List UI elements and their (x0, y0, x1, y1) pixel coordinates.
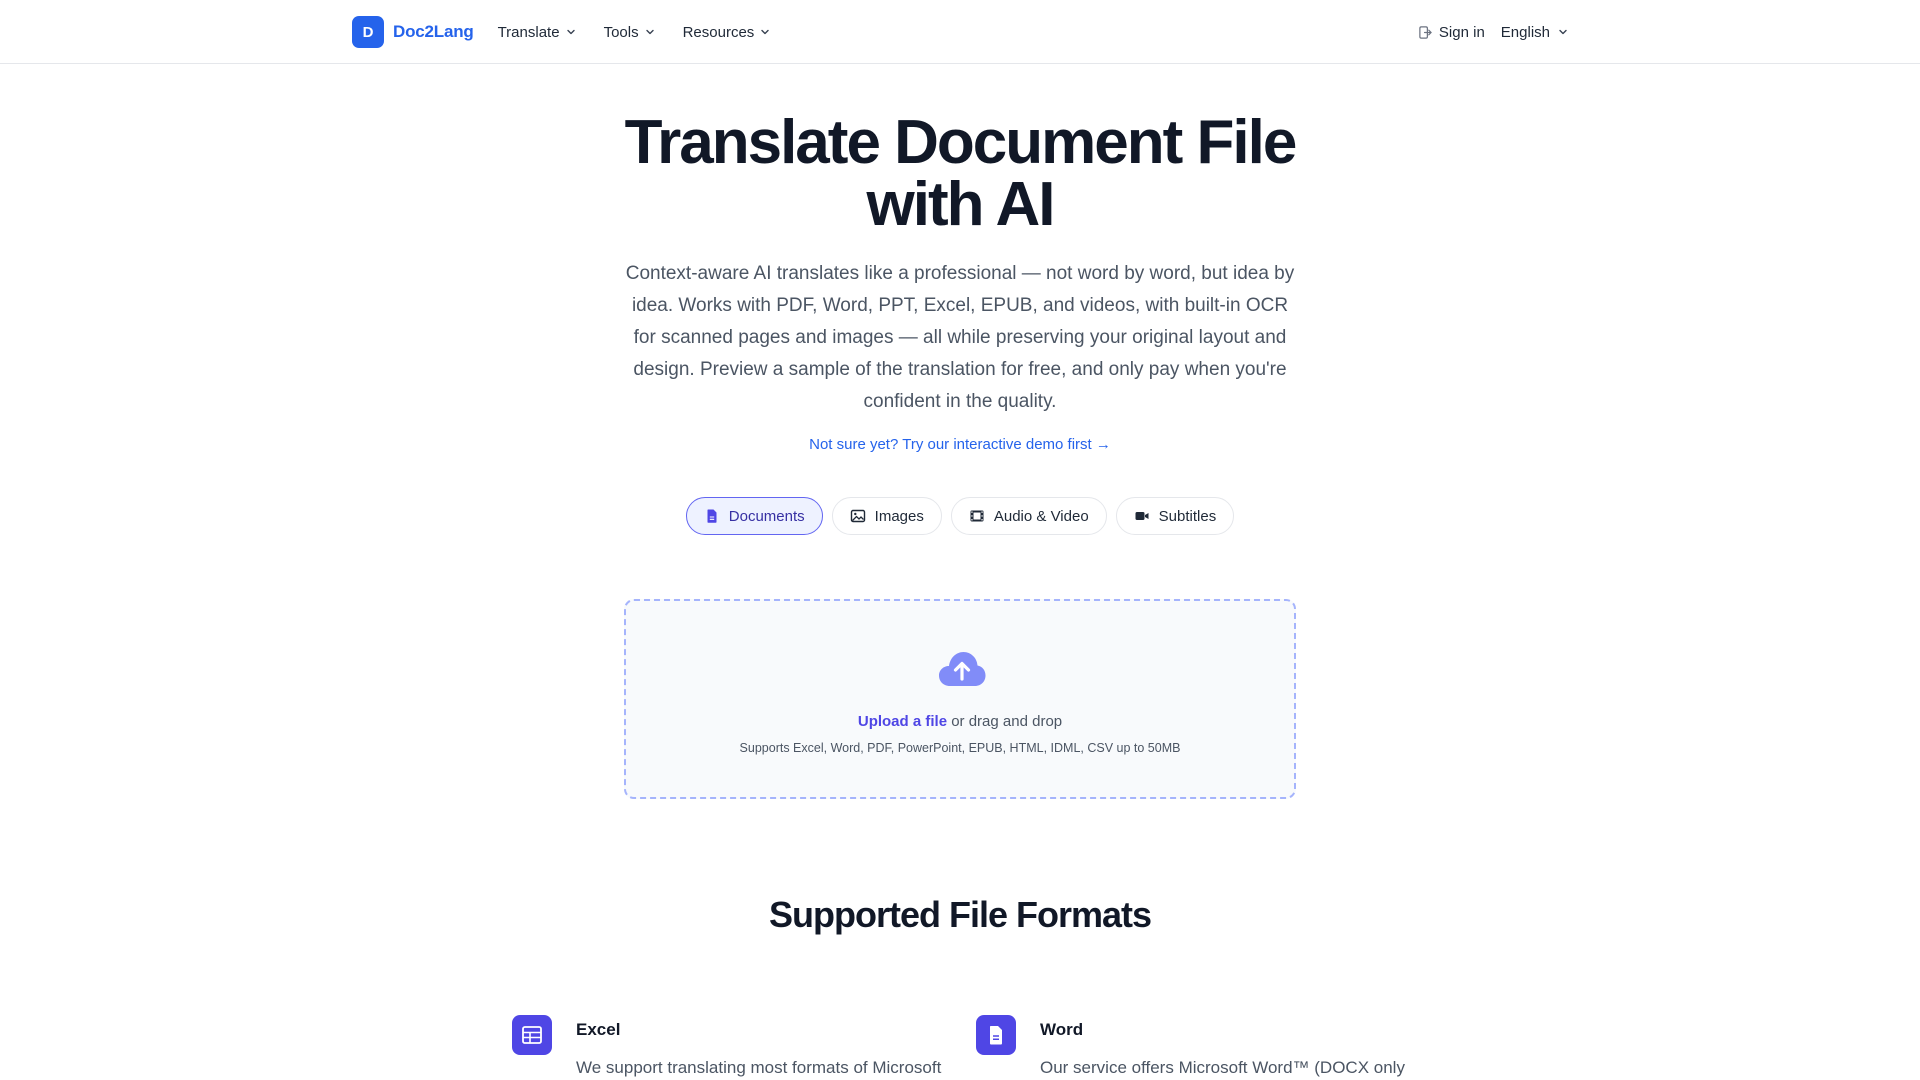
file-upload-dropzone[interactable]: Upload a file or drag and drop Supports … (624, 599, 1296, 799)
brand-logo-icon: D (352, 16, 384, 48)
tab-audio-video[interactable]: Audio & Video (950, 497, 1107, 535)
top-navbar: D Doc2Lang Translate Tools Resources Sig… (0, 0, 1920, 64)
supported-formats-note: Supports Excel, Word, PDF, PowerPoint, E… (739, 741, 1181, 755)
upload-instructions: Upload a file or drag and drop (626, 713, 1294, 730)
document-icon (707, 509, 717, 523)
nav-tools-label: Tools (603, 23, 639, 41)
interactive-demo-link[interactable]: Not sure yet? Try our interactive demo f… (660, 436, 1260, 453)
tab-documents[interactable]: Documents (685, 497, 823, 535)
table-icon (512, 1015, 552, 1055)
sign-in-icon (1419, 25, 1432, 39)
format-name-excel: Excel (576, 1020, 621, 1039)
hero-title-line2: with AI (866, 170, 1056, 239)
document-icon (976, 1015, 1016, 1055)
language-label: English (1500, 23, 1550, 41)
brand-logo-link[interactable]: D Doc2Lang (352, 16, 474, 48)
nav-tools-menu[interactable]: Tools (604, 24, 655, 41)
sign-in-button[interactable]: Sign in (1418, 24, 1485, 41)
navbar-inner: D Doc2Lang Translate Tools Resources Sig… (352, 0, 1568, 64)
upload-file-link[interactable]: Upload a file (858, 713, 947, 730)
nav-resources-label: Resources (682, 23, 755, 41)
tab-subtitles[interactable]: Subtitles (1115, 497, 1235, 535)
chevron-down-icon (645, 29, 654, 35)
tab-audio-video-label: Audio & Video (993, 507, 1089, 525)
navbar-right: Sign in English (1418, 24, 1568, 41)
nav-resources-menu[interactable]: Resources (683, 24, 771, 41)
file-type-tabs: Documents Images Audio & Video Subtitles (0, 497, 1920, 535)
hero-description: Context-aware AI translates like a profe… (625, 263, 1295, 412)
image-icon (850, 509, 865, 523)
navbar-left: D Doc2Lang Translate Tools Resources (352, 16, 770, 48)
format-name-word: Word (1040, 1020, 1084, 1039)
nav-translate-label: Translate (497, 23, 560, 41)
chevron-down-icon (761, 29, 769, 35)
drag-drop-text: or drag and drop (947, 713, 1063, 730)
language-selector[interactable]: English (1501, 24, 1568, 41)
format-desc-excel: We support translating most formats of M… (576, 1058, 942, 1077)
supported-formats-heading: Supported File Formats (768, 894, 1152, 935)
chevron-down-icon (566, 29, 575, 35)
format-desc-word: Our service offers Microsoft Word™ (DOCX… (1040, 1058, 1405, 1077)
tab-subtitles-label: Subtitles (1158, 507, 1217, 525)
film-icon (970, 510, 984, 522)
main-nav: Translate Tools Resources (498, 24, 771, 41)
brand-name: Doc2Lang (393, 22, 474, 41)
tab-images-label: Images (874, 507, 924, 525)
cloud-upload-icon (939, 652, 986, 686)
nav-translate-menu[interactable]: Translate (498, 24, 576, 41)
hero-title-line1: Translate Document File (624, 108, 1298, 177)
chevron-down-icon (1559, 29, 1567, 35)
tab-documents-label: Documents (728, 507, 805, 525)
tab-images[interactable]: Images (831, 497, 942, 535)
hero-title: Translate Document File with AI (560, 112, 1360, 236)
sign-in-label: Sign in (1438, 23, 1485, 41)
video-camera-icon (1135, 512, 1149, 520)
